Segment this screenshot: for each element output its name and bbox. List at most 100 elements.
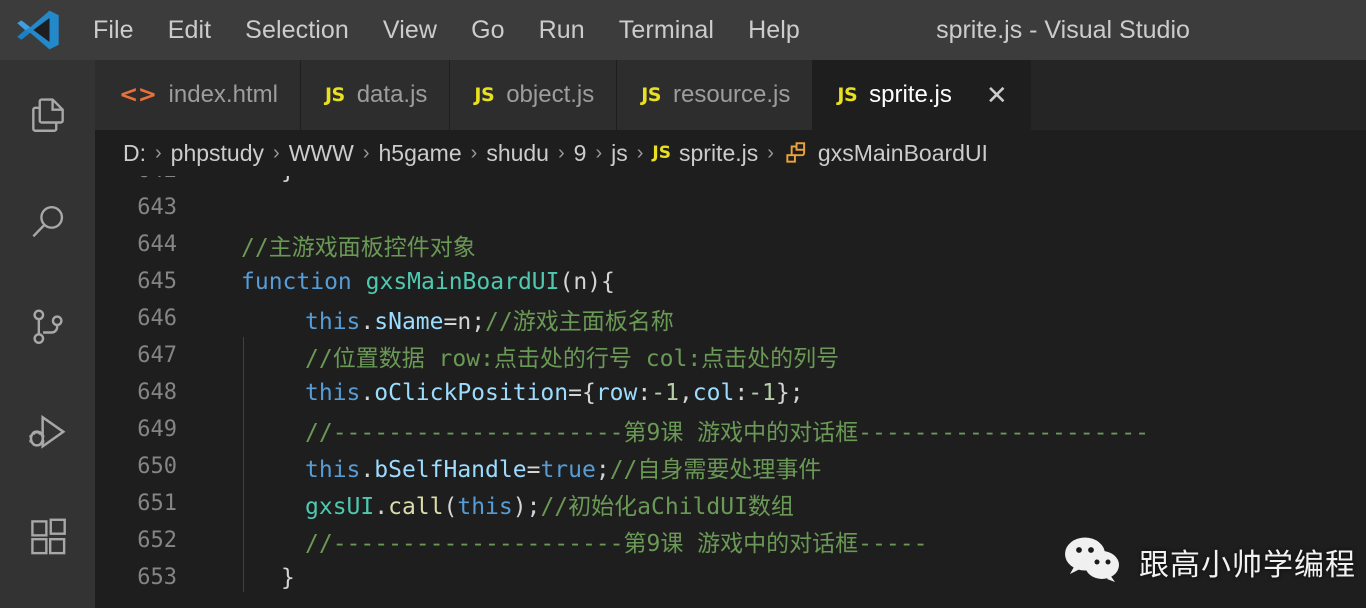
code-line: 644 //主游戏面板控件对象 [95, 226, 1366, 263]
code-token: = [526, 456, 541, 483]
tab-label: object.js [506, 81, 595, 108]
code-token: bSelfHandle [374, 456, 527, 483]
code-token: . [360, 456, 375, 483]
code-token: }; [775, 379, 804, 406]
code-token: ; [595, 456, 610, 483]
tab-label: data.js [356, 81, 428, 108]
code-token: this [305, 308, 361, 335]
breadcrumb-separator: › [155, 141, 162, 164]
breadcrumb-item-9[interactable]: 9 [574, 140, 587, 167]
tab-resource-js[interactable]: JS resource.js [617, 60, 814, 130]
code-editor[interactable]: 642 } 643 644 //主游戏面板控件对象 645 function g… [95, 176, 1366, 608]
code-token: //主游戏面板控件对象 [241, 234, 476, 261]
breadcrumb-item-h5game[interactable]: h5game [379, 140, 462, 167]
breadcrumb-separator: › [273, 141, 280, 164]
breadcrumb-item-js[interactable]: js [611, 140, 628, 167]
code-token: row [595, 379, 638, 406]
vscode-window: File Edit Selection View Go Run Terminal… [0, 0, 1366, 608]
tab-sprite-js[interactable]: JS sprite.js ✕ [813, 60, 1031, 130]
code-line: 649 //---------------------第9课 游戏中的对话框--… [95, 411, 1366, 448]
line-content: gxsUI.call(this);//初始化aChildUI数组 [205, 487, 1366, 521]
code-token: gxsMainBoardUI [365, 268, 560, 295]
code-token: -1 [651, 379, 679, 406]
code-token: function [241, 268, 366, 295]
breadcrumb-separator: › [767, 141, 774, 164]
breadcrumb-item-sprite-js[interactable]: sprite.js [679, 140, 758, 167]
code-line: 647 //位置数据 row:点击处的行号 col:点击处的列号 [95, 337, 1366, 374]
code-token: =n; [443, 308, 486, 335]
menu-item-run[interactable]: Run [522, 0, 602, 60]
run-and-debug-icon[interactable] [0, 397, 95, 467]
code-token: . [360, 379, 375, 406]
breadcrumb-item-shudu[interactable]: shudu [486, 140, 549, 167]
code-token: call [388, 493, 444, 520]
editor-group: <> index.html JS data.js JS object.js JS… [95, 60, 1366, 608]
code-token: //初始化aChildUI数组 [540, 493, 794, 520]
title-bar: File Edit Selection View Go Run Terminal… [0, 0, 1366, 60]
code-token: //---------------------第9课 游戏中的对话框----- [305, 530, 928, 557]
line-number: 647 [137, 343, 177, 368]
js-file-icon: JS [652, 143, 671, 163]
code-token: } [281, 564, 295, 591]
menu-item-terminal[interactable]: Terminal [602, 0, 731, 60]
menu-item-edit[interactable]: Edit [151, 0, 228, 60]
tab-object-js[interactable]: JS object.js [450, 60, 618, 130]
code-token: //---------------------第9课 游戏中的对话框------… [305, 419, 1149, 446]
js-file-icon: JS [324, 83, 345, 106]
breadcrumb-item-www[interactable]: WWW [289, 140, 354, 167]
extensions-icon[interactable] [0, 502, 95, 572]
code-line: 642 } [95, 176, 1366, 189]
breadcrumb-item-drive[interactable]: D: [123, 140, 146, 167]
breadcrumb-item-phpstudy[interactable]: phpstudy [171, 140, 264, 167]
line-content: //主游戏面板控件对象 [205, 228, 1366, 262]
menu-item-go[interactable]: Go [454, 0, 522, 60]
code-line: 648 this.oClickPosition={row:-1,col:-1}; [95, 374, 1366, 411]
code-token: this [305, 456, 361, 483]
breadcrumb-separator: › [362, 141, 370, 164]
code-line: 651 gxsUI.call(this);//初始化aChildUI数组 [95, 485, 1366, 522]
js-file-icon: JS [474, 83, 495, 106]
line-content: function gxsMainBoardUI(n){ [205, 269, 1366, 295]
breadcrumb-separator: › [636, 141, 644, 164]
menu-item-help[interactable]: Help [731, 0, 817, 60]
breadcrumb-separator: › [595, 141, 603, 164]
line-number: 644 [137, 232, 177, 257]
code-line: 645 function gxsMainBoardUI(n){ [95, 263, 1366, 300]
code-line: 646 this.sName=n;//游戏主面板名称 [95, 300, 1366, 337]
code-token: ); [512, 493, 541, 520]
code-token: -1 [748, 379, 776, 406]
code-line: 652 //---------------------第9课 游戏中的对话框--… [95, 522, 1366, 559]
code-token: (n){ [559, 268, 615, 295]
code-token: col [692, 379, 735, 406]
code-token: : [734, 379, 749, 406]
breadcrumb-item-symbol[interactable]: gxsMainBoardUI [818, 140, 988, 167]
code-scroll-container: 642 } 643 644 //主游戏面板控件对象 645 function g… [95, 176, 1366, 608]
code-token: . [374, 493, 389, 520]
menu-item-file[interactable]: File [76, 0, 151, 60]
tab-index-html[interactable]: <> index.html [95, 60, 301, 130]
workbench-body: <> index.html JS data.js JS object.js JS… [0, 60, 1366, 608]
menu-item-view[interactable]: View [366, 0, 454, 60]
line-content: this.bSelfHandle=true;//自身需要处理事件 [205, 450, 1366, 484]
tab-data-js[interactable]: JS data.js [300, 60, 451, 130]
tab-bar: <> index.html JS data.js JS object.js JS… [95, 60, 1366, 130]
line-number: 650 [137, 454, 177, 479]
explorer-icon[interactable] [0, 82, 95, 152]
breadcrumb-separator: › [557, 141, 565, 164]
search-icon[interactable] [0, 187, 95, 257]
close-icon[interactable]: ✕ [986, 82, 1008, 108]
menu-item-selection[interactable]: Selection [228, 0, 366, 60]
code-token: //游戏主面板名称 [485, 308, 674, 335]
line-content: //---------------------第9课 游戏中的对话框------… [205, 413, 1366, 447]
line-number: 642 [95, 176, 205, 183]
code-token: //位置数据 row:点击处的行号 col:点击处的列号 [305, 345, 840, 372]
vscode-logo-icon [14, 7, 62, 53]
source-control-icon[interactable] [0, 292, 95, 362]
line-number: 646 [137, 306, 177, 331]
tab-label: resource.js [673, 81, 791, 108]
breadcrumb-separator: › [470, 141, 478, 164]
js-file-icon: JS [837, 83, 858, 106]
line-number: 651 [137, 491, 177, 516]
activity-bar [0, 60, 95, 608]
tab-label: index.html [168, 81, 278, 108]
